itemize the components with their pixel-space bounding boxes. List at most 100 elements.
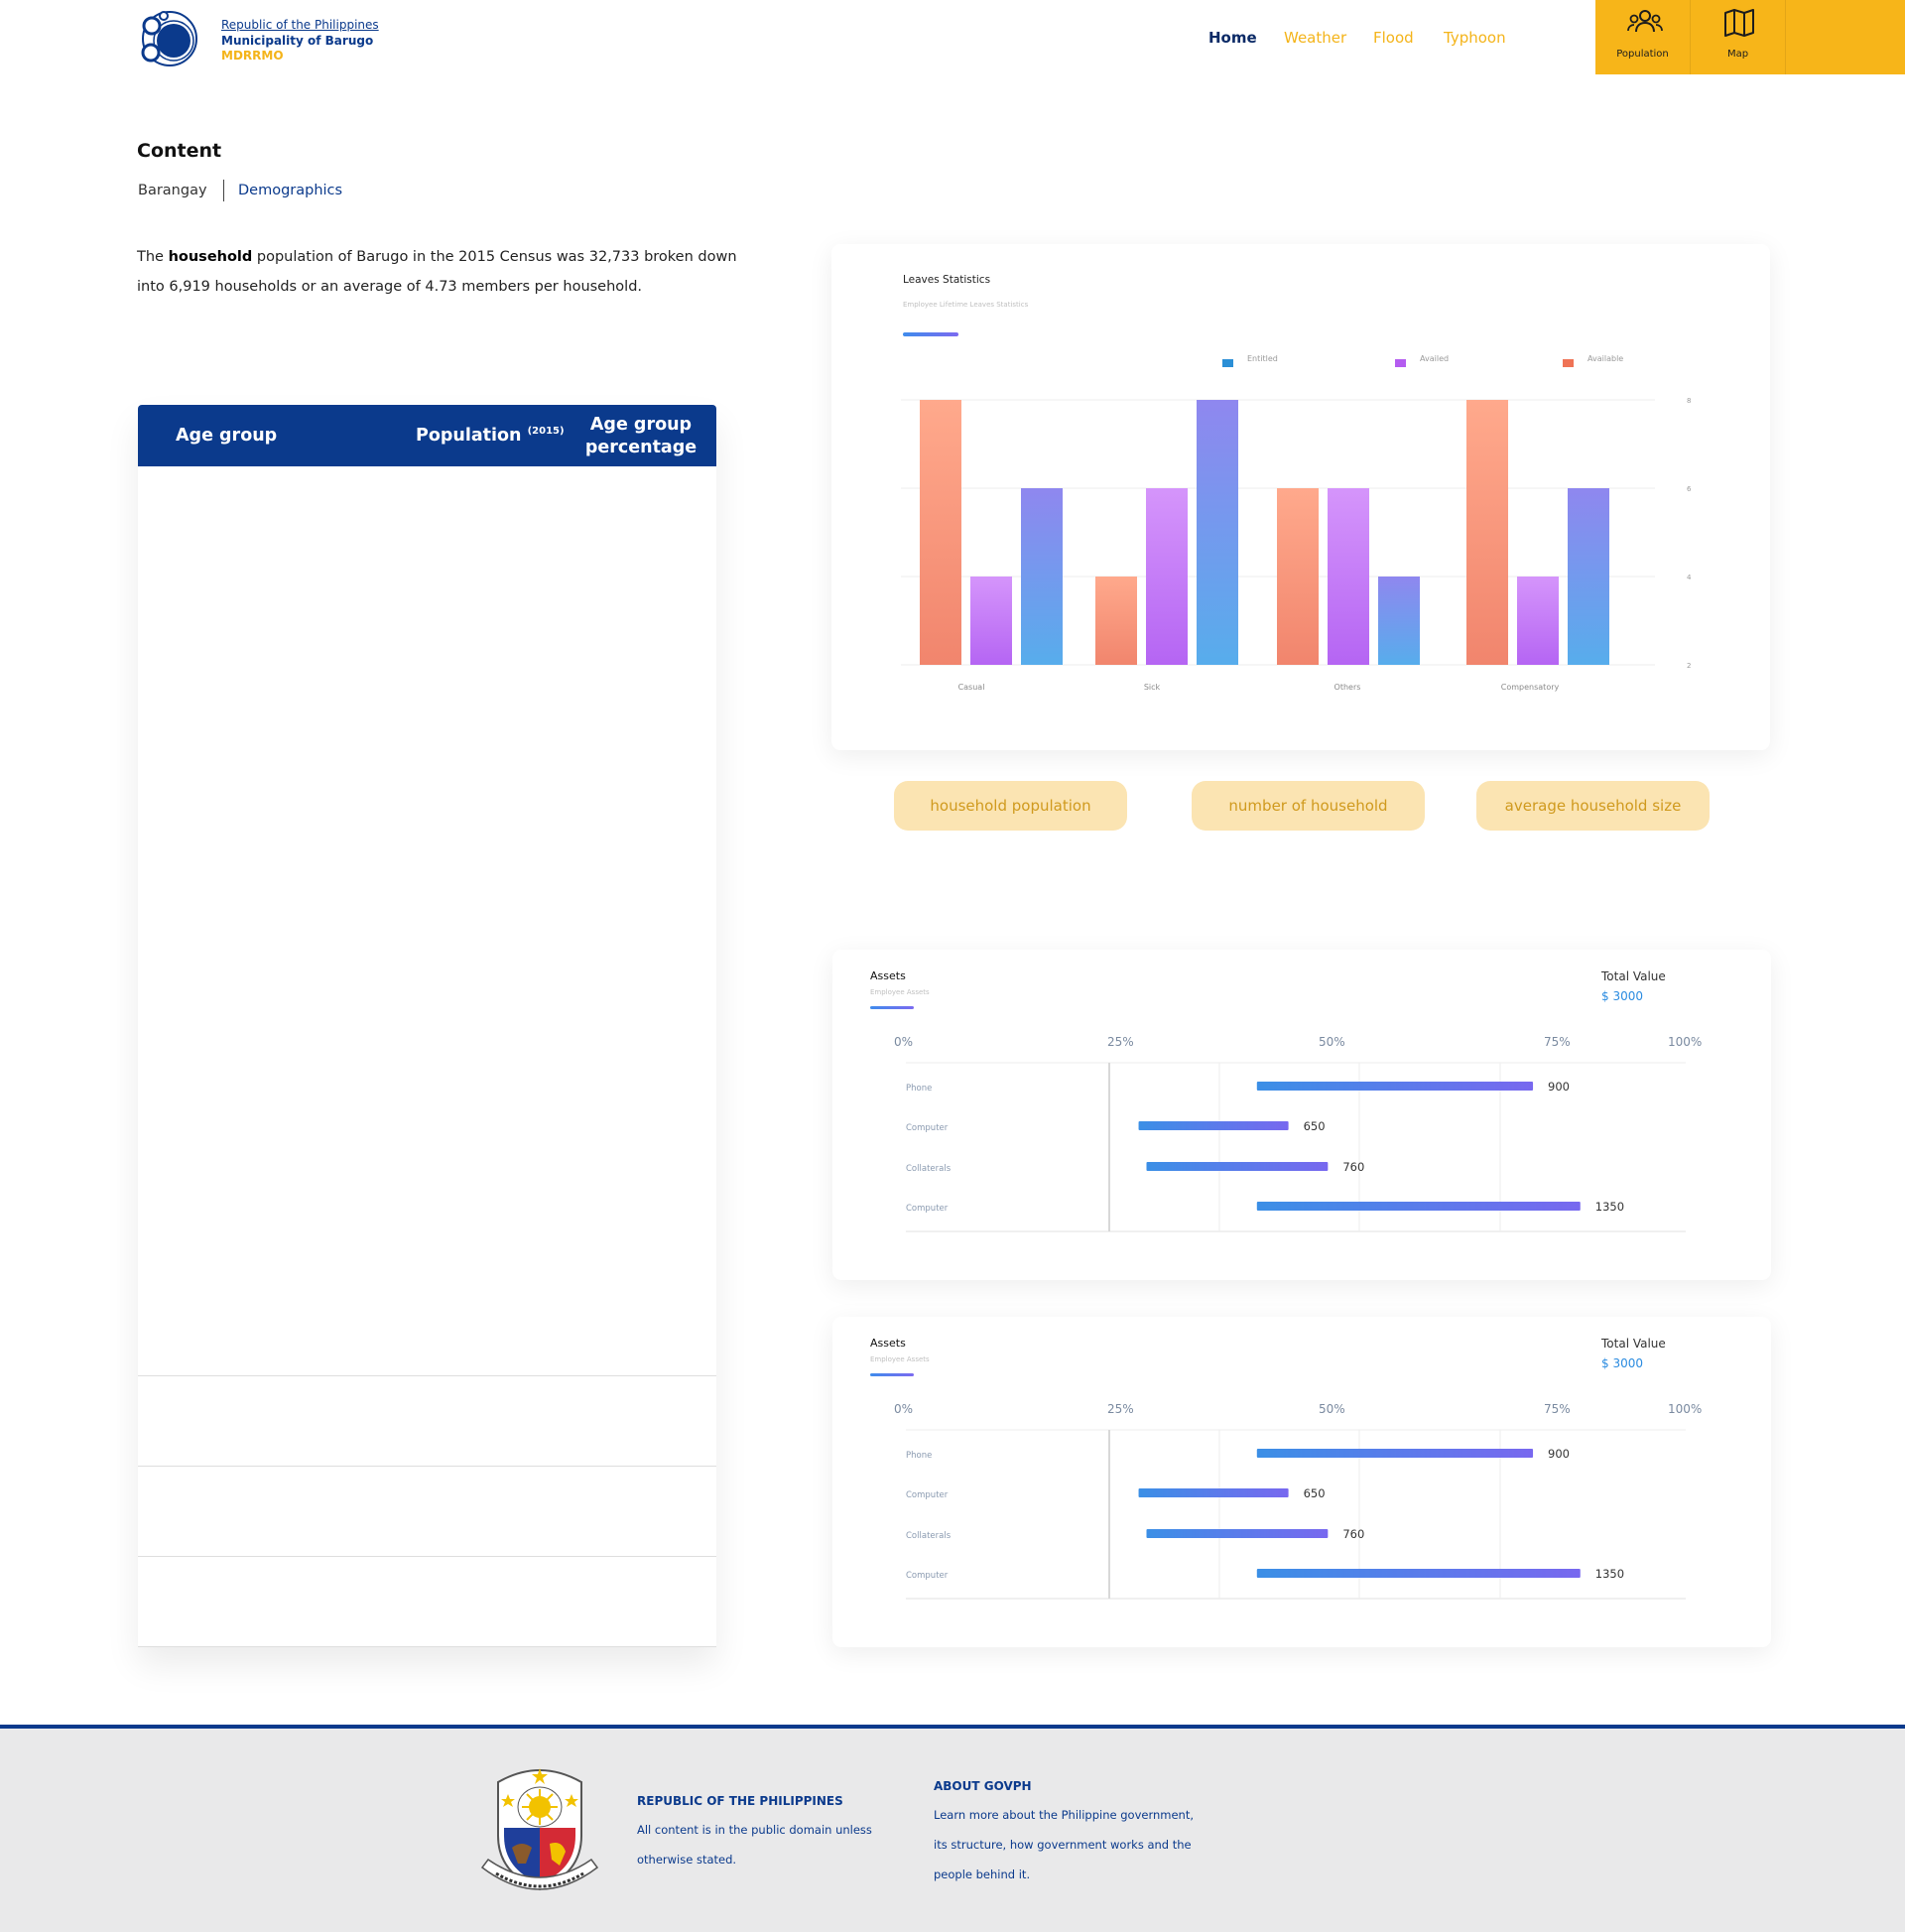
bar-availed [1146, 488, 1188, 665]
quick-link-map[interactable]: Map [1691, 0, 1786, 74]
x-tick-label: 75% [1544, 1035, 1571, 1049]
asset-bar [1138, 1488, 1289, 1497]
brand-municipality: Municipality of Barugo [221, 34, 374, 48]
tab-divider [223, 180, 224, 201]
philippine-seal-logo [474, 1756, 605, 1899]
x-tick-label: Casual [958, 683, 985, 692]
x-tick-label: 100% [1668, 1402, 1702, 1416]
footer-about-heading: ABOUT GOVPH [934, 1779, 1032, 1793]
legend-swatch [1395, 359, 1406, 367]
assets-card: Assets Employee Assets Total Value $ 300… [832, 1317, 1771, 1647]
asset-value: 1350 [1595, 1200, 1624, 1214]
bar-available [1466, 400, 1508, 665]
column-header-population-year: (2015) [527, 426, 565, 437]
bar-availed [1328, 488, 1369, 665]
bar-entitled [1197, 400, 1238, 665]
average-household-size-button[interactable]: average household size [1476, 781, 1710, 831]
x-tick-label: 75% [1544, 1402, 1571, 1416]
y-tick-label: 6 [1687, 485, 1692, 493]
x-tick-label: Others [1334, 683, 1361, 692]
asset-value: 900 [1548, 1080, 1570, 1094]
asset-bar [1256, 1449, 1534, 1458]
quick-link-map-label: Map [1726, 49, 1749, 60]
asset-label: Phone [906, 1084, 932, 1094]
asset-value: 900 [1548, 1447, 1570, 1461]
nav-home[interactable]: Home [1208, 29, 1257, 47]
assets-chart: 0% 25% 50% 75% 100% Phone 900 Computer 650 Collat… [894, 1402, 1702, 1600]
bar-entitled [1021, 488, 1063, 665]
legend-label: Entitled [1247, 354, 1278, 363]
bar-availed [970, 577, 1012, 665]
column-header-percentage-line1: Age group [589, 415, 693, 435]
brand-country[interactable]: Republic of the Philippines [221, 18, 379, 32]
quick-links-bar: Population Map [1595, 0, 1905, 74]
table-row-divider [138, 1556, 716, 1557]
household-population-button[interactable]: household population [894, 781, 1127, 831]
legend-swatch [1222, 359, 1233, 367]
column-header-population-label: Population [416, 426, 522, 446]
bar-available [1277, 488, 1319, 665]
asset-bar [1256, 1202, 1581, 1211]
asset-bar [1146, 1529, 1329, 1538]
legend-label: Available [1588, 354, 1623, 363]
x-tick-label: Sick [1144, 683, 1161, 692]
age-group-table: Age group Population (2015) Age group per… [138, 405, 716, 1647]
x-tick-label: 50% [1319, 1402, 1345, 1416]
x-tick-label: 0% [894, 1035, 913, 1049]
leaves-statistics-card: Leaves Statistics Employee Lifetime Leav… [831, 244, 1770, 750]
x-tick-label: 100% [1668, 1035, 1702, 1049]
asset-bar [1138, 1121, 1289, 1130]
bar-availed [1517, 577, 1559, 665]
x-tick-label: 0% [894, 1402, 913, 1416]
column-header-population: Population (2015) [416, 426, 565, 446]
x-tick-label: Compensatory [1501, 683, 1560, 692]
quick-link-population[interactable]: Population [1595, 0, 1691, 74]
y-tick-label: 8 [1687, 397, 1691, 405]
bar-entitled [1568, 488, 1609, 665]
asset-label: Computer [906, 1204, 949, 1214]
assets-card: Assets Employee Assets Total Value $ 300… [832, 950, 1771, 1280]
bar-available [1095, 577, 1137, 665]
mdrrmo-logo[interactable] [137, 8, 202, 69]
x-tick-label: 25% [1107, 1402, 1134, 1416]
asset-label: Computer [906, 1571, 949, 1581]
brand-office: MDRRMO [221, 49, 284, 63]
nav-typhoon[interactable]: Typhoon [1444, 29, 1506, 47]
assets-chart: 0% 25% 50% 75% 100% Phone 900 Computer 650 Collat… [894, 1035, 1702, 1232]
column-header-percentage-line2: percentage [584, 438, 698, 457]
leaves-chart: 8 6 4 2 Casual Sick Others Compensatory Entitled… [901, 354, 1692, 692]
asset-label: Collaterals [906, 1164, 952, 1174]
y-tick-label: 2 [1687, 662, 1691, 670]
map-icon [1724, 9, 1754, 37]
footer-republic-heading: REPUBLIC OF THE PHILIPPINES [637, 1794, 843, 1808]
asset-value: 760 [1342, 1527, 1364, 1541]
nav-weather[interactable]: Weather [1284, 29, 1346, 47]
y-tick-label: 4 [1687, 574, 1692, 581]
asset-label: Computer [906, 1123, 949, 1133]
table-row-divider [138, 1375, 716, 1376]
page-title: Content [137, 140, 222, 162]
tab-barangay[interactable]: Barangay [138, 183, 207, 198]
column-header-percentage: Age group percentage [578, 414, 703, 459]
asset-value: 650 [1304, 1119, 1326, 1133]
asset-value: 650 [1304, 1486, 1326, 1500]
x-tick-label: 50% [1319, 1035, 1345, 1049]
asset-value: 760 [1342, 1160, 1364, 1174]
asset-bar [1146, 1162, 1329, 1171]
intro-before: The [137, 249, 169, 265]
nav-flood[interactable]: Flood [1373, 29, 1414, 47]
legend-swatch [1563, 359, 1574, 367]
tab-demographics[interactable]: Demographics [238, 183, 342, 198]
asset-bar [1256, 1082, 1534, 1091]
bar-entitled [1378, 577, 1420, 665]
intro-bold: household [168, 249, 253, 265]
legend-label: Availed [1420, 354, 1449, 363]
asset-label: Phone [906, 1451, 932, 1461]
bar-available [920, 400, 961, 665]
footer-about-text[interactable]: Learn more about the Philippine governme… [934, 1800, 1197, 1889]
quick-link-population-label: Population [1616, 49, 1669, 60]
table-row-divider [138, 1646, 716, 1647]
number-of-household-button[interactable]: number of household [1192, 781, 1425, 831]
asset-label: Computer [906, 1490, 949, 1500]
footer-republic-text: All content is in the public domain unle… [637, 1823, 872, 1867]
